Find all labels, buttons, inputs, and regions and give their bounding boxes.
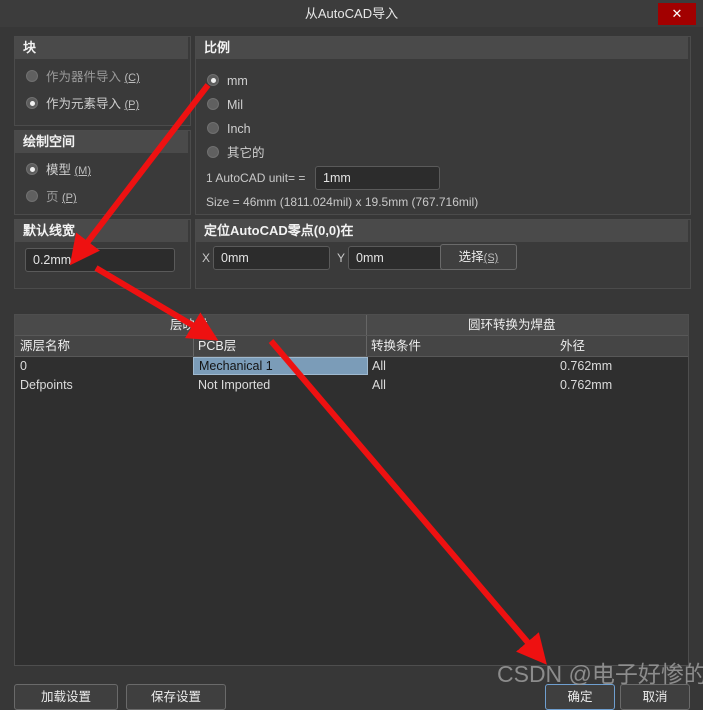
select-origin-button-label: 选择 bbox=[458, 250, 484, 264]
radio-unit-mil-label: Mil bbox=[227, 98, 243, 112]
radio-page-key: (P) bbox=[62, 192, 77, 204]
radio-model[interactable]: 模型 (M) bbox=[24, 161, 91, 179]
cell-pcb-layer-text: Mechanical 1 bbox=[199, 359, 273, 373]
block-panel-header: 块 bbox=[15, 37, 188, 59]
radio-unit-other[interactable]: 其它的 bbox=[205, 144, 265, 162]
load-settings-button[interactable]: 加载设置 bbox=[14, 684, 118, 710]
column-header-source-layer[interactable]: 源层名称 bbox=[20, 336, 70, 356]
column-divider-2 bbox=[366, 336, 367, 356]
table-row[interactable]: Defpoints Not Imported All 0.762mm bbox=[15, 376, 688, 394]
column-header-outer-diameter[interactable]: 外径 bbox=[560, 336, 585, 356]
select-origin-button[interactable]: 选择(S) bbox=[440, 244, 517, 270]
radio-page-label: 页 bbox=[46, 190, 59, 204]
save-settings-button[interactable]: 保存设置 bbox=[126, 684, 226, 710]
cell-source-layer: Defpoints bbox=[20, 378, 73, 392]
cell-condition: All bbox=[372, 378, 386, 392]
radio-page[interactable]: 页 (P) bbox=[24, 188, 77, 206]
origin-y-label: Y bbox=[337, 251, 346, 265]
radio-import-as-component-key: (C) bbox=[124, 72, 140, 84]
autocad-unit-input[interactable]: 1mm bbox=[315, 166, 440, 190]
select-origin-button-key: (S) bbox=[483, 252, 499, 264]
scale-panel-header: 比例 bbox=[196, 37, 688, 59]
group-header-layer-mapping: 层映射 bbox=[170, 318, 208, 332]
line-width-panel-header: 默认线宽 bbox=[15, 220, 188, 242]
radio-import-as-primitive[interactable]: 作为元素导入 (P) bbox=[24, 95, 139, 113]
radio-import-as-primitive-key: (P) bbox=[124, 99, 140, 111]
origin-x-input[interactable]: 0mm bbox=[213, 246, 330, 270]
radio-import-as-primitive-label: 作为元素导入 bbox=[46, 97, 122, 111]
origin-panel-header: 定位AutoCAD零点(0,0)在 bbox=[196, 220, 688, 242]
radio-import-as-component[interactable]: 作为器件导入 (C) bbox=[24, 68, 140, 86]
window-title: 从AutoCAD导入 bbox=[304, 6, 399, 21]
column-header-condition[interactable]: 转换条件 bbox=[371, 336, 421, 356]
table-row[interactable]: 0 Mechanical 1 All 0.762mm bbox=[15, 357, 688, 375]
table-column-header-row: 源层名称 PCB层 转换条件 外径 bbox=[15, 335, 688, 357]
size-summary-text: Size = 46mm (1811.024mil) x 19.5mm (767.… bbox=[206, 195, 479, 209]
csdn-watermark: CSDN @电子好惨的兜头强 bbox=[497, 661, 703, 687]
default-line-width-input[interactable]: 0.2mm bbox=[25, 248, 175, 272]
radio-unit-mil[interactable]: Mil bbox=[205, 96, 243, 114]
cell-pcb-layer-selected[interactable]: Mechanical 1 bbox=[193, 357, 368, 375]
cell-pcb-layer: Not Imported bbox=[198, 378, 271, 392]
close-icon[interactable]: ✕ bbox=[658, 3, 696, 25]
column-header-pcb-layer[interactable]: PCB层 bbox=[198, 336, 236, 356]
origin-x-label: X bbox=[202, 251, 211, 265]
radio-model-label: 模型 bbox=[46, 163, 72, 177]
radio-import-as-component-label: 作为器件导入 bbox=[46, 70, 122, 84]
autocad-unit-label: 1 AutoCAD unit= = bbox=[206, 171, 306, 185]
radio-unit-inch[interactable]: Inch bbox=[205, 120, 251, 138]
cell-outer-diameter: 0.762mm bbox=[560, 359, 613, 373]
cell-source-layer: 0 bbox=[20, 359, 27, 373]
cell-outer-diameter: 0.762mm bbox=[560, 378, 613, 392]
radio-model-key: (M) bbox=[74, 165, 92, 177]
radio-unit-other-label: 其它的 bbox=[227, 146, 265, 160]
radio-unit-inch-label: Inch bbox=[227, 122, 251, 136]
group-header-divider bbox=[366, 315, 367, 335]
layer-mapping-table[interactable]: 层映射 圆环转换为焊盘 源层名称 PCB层 转换条件 外径 0 Mechanic… bbox=[14, 314, 689, 666]
radio-unit-mm[interactable]: mm bbox=[205, 72, 248, 90]
draw-space-panel-header: 绘制空间 bbox=[15, 131, 188, 153]
dialog-body: 块 作为器件导入 (C) 作为元素导入 (P) 绘制空间 模型 (M) 页 (P… bbox=[0, 27, 703, 710]
cell-condition: All bbox=[372, 359, 386, 373]
column-divider-1 bbox=[193, 336, 194, 356]
scale-panel bbox=[195, 36, 691, 215]
group-header-ring-to-pad: 圆环转换为焊盘 bbox=[468, 318, 556, 332]
title-bar: 从AutoCAD导入 ✕ bbox=[0, 0, 703, 27]
table-group-header-row: 层映射 圆环转换为焊盘 bbox=[15, 315, 688, 335]
radio-unit-mm-label: mm bbox=[227, 74, 248, 88]
